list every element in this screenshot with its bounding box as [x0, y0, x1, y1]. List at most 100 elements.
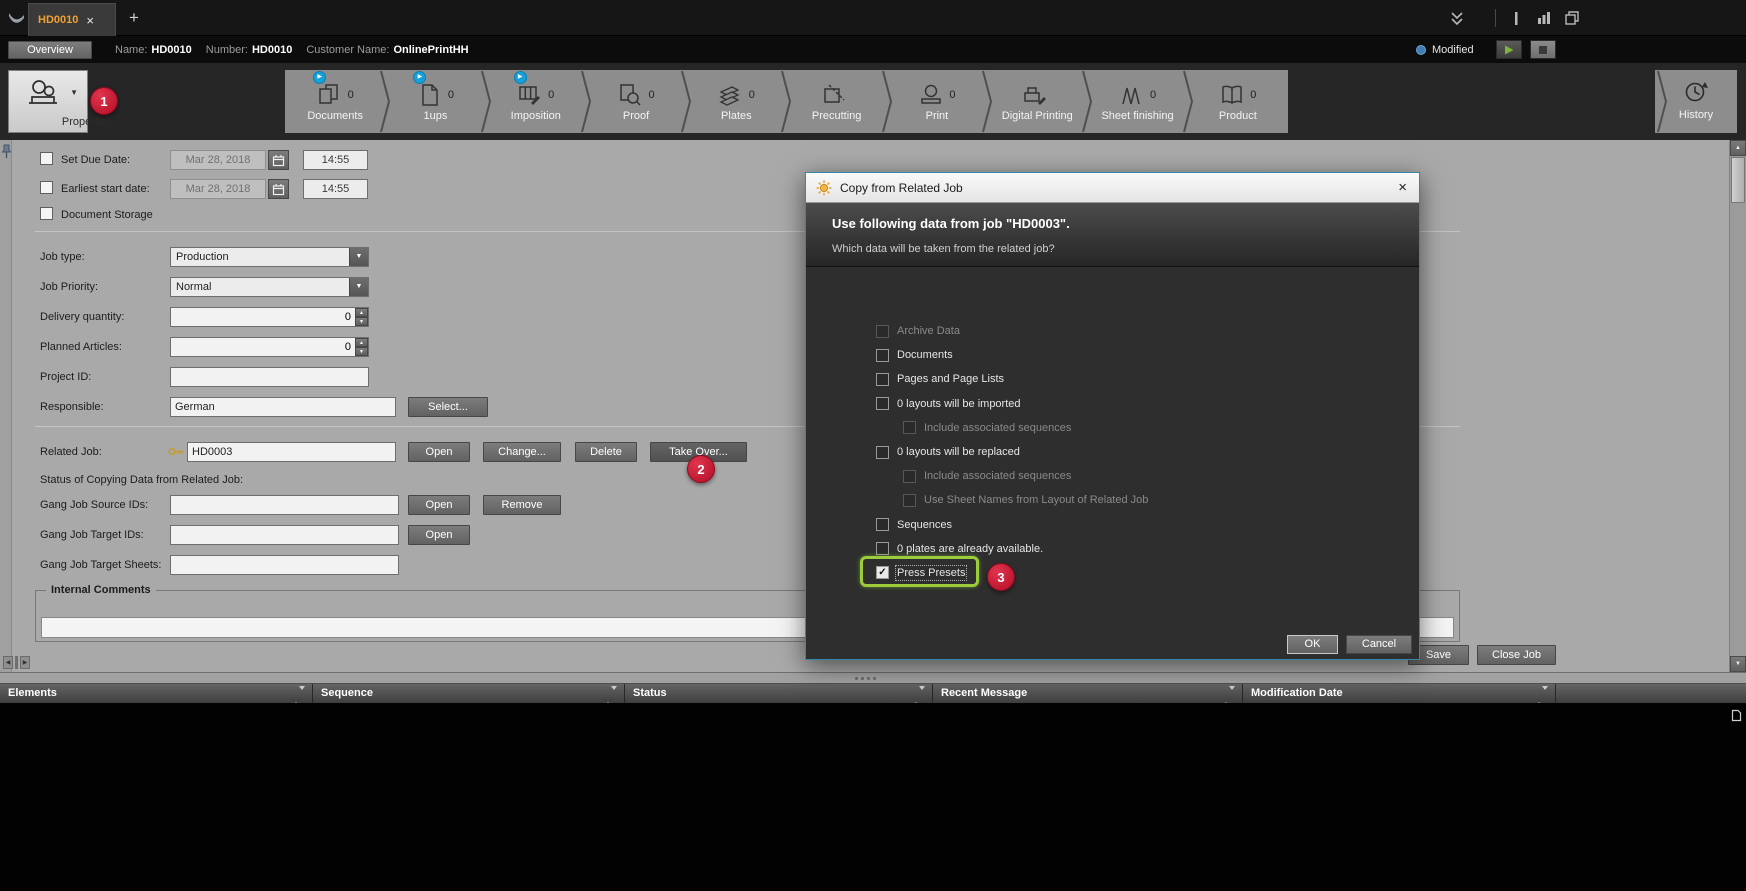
scrollbar-thumb[interactable]: [1731, 157, 1745, 203]
step-separator-icon: [379, 70, 391, 133]
workflow-step-imposition[interactable]: ▶ 0 Imposition: [486, 70, 586, 133]
gang-target-open-button[interactable]: Open: [408, 525, 470, 545]
bar-chart-icon[interactable]: [1537, 11, 1551, 25]
ok-button[interactable]: OK: [1287, 635, 1338, 654]
elements-table-body[interactable]: [0, 703, 1746, 891]
earliest-time-input[interactable]: [303, 179, 368, 199]
checkbox[interactable]: [876, 446, 889, 459]
gang-target-input[interactable]: [170, 525, 399, 545]
checkbox[interactable]: [876, 397, 889, 410]
modified-indicator: Modified: [1416, 44, 1474, 56]
document-storage-checkbox[interactable]: [40, 207, 53, 220]
related-job-label: Related Job:: [40, 446, 102, 458]
stop-job-button[interactable]: [1530, 40, 1556, 59]
due-date-calendar-button[interactable]: [268, 150, 289, 170]
properties-dropdown-icon[interactable]: ▼: [70, 88, 78, 97]
spin-down-icon[interactable]: ▼: [355, 347, 368, 356]
layered-windows-icon[interactable]: [1565, 11, 1580, 26]
name-value: HD0010: [151, 44, 191, 56]
dialog-close-icon[interactable]: ×: [1398, 179, 1407, 196]
gang-source-open-button[interactable]: Open: [408, 495, 470, 515]
double-chevron-down-icon[interactable]: [1450, 11, 1464, 26]
step-separator-icon: [780, 70, 792, 133]
start-icon: [1503, 44, 1515, 56]
related-job-input[interactable]: [187, 442, 396, 462]
set-due-date-checkbox[interactable]: [40, 152, 53, 165]
due-date-input[interactable]: [170, 150, 266, 170]
gang-sheets-input[interactable]: [170, 555, 399, 575]
responsible-input[interactable]: [170, 397, 396, 417]
vertical-bar-icon[interactable]: [1510, 11, 1523, 26]
workflow-step-precutting[interactable]: Precutting: [786, 70, 886, 133]
column-header-sequence[interactable]: Sequence: [313, 684, 625, 703]
option-layouts-imported[interactable]: 0 layouts will be imported: [876, 392, 1356, 416]
option-sequences[interactable]: Sequences: [876, 513, 1356, 537]
pin-icon[interactable]: [1, 144, 12, 160]
earliest-start-checkbox[interactable]: [40, 181, 53, 194]
project-id-input[interactable]: [170, 367, 369, 387]
delivery-quantity-stepper[interactable]: ▲ ▼: [170, 307, 369, 327]
dropdown-icon[interactable]: ▼: [349, 278, 368, 296]
start-job-button[interactable]: [1496, 40, 1522, 59]
workflow-step-digital-printing[interactable]: Digital Printing: [987, 70, 1087, 133]
checkbox[interactable]: [876, 518, 889, 531]
earliest-date-input[interactable]: [170, 179, 266, 199]
option-layouts-replaced[interactable]: 0 layouts will be replaced: [876, 440, 1356, 464]
overview-button[interactable]: Overview: [8, 41, 92, 59]
workflow-step-1ups[interactable]: ▶ 0 1ups: [385, 70, 485, 133]
dialog-title-bar[interactable]: Copy from Related Job ×: [806, 173, 1419, 203]
table-page-icon[interactable]: [1731, 709, 1742, 722]
planned-articles-stepper[interactable]: ▲ ▼: [170, 337, 369, 357]
close-job-button[interactable]: Close Job: [1477, 645, 1556, 665]
earliest-date-calendar-button[interactable]: [268, 179, 289, 199]
job-type-value: Production: [176, 251, 229, 263]
checkbox: [903, 494, 916, 507]
key-icon: [168, 445, 185, 458]
column-header-elements[interactable]: Elements: [0, 684, 313, 703]
collapsed-side-panel[interactable]: [0, 140, 12, 672]
tab-hd0010[interactable]: HD0010 ×: [28, 3, 116, 36]
dropdown-icon[interactable]: ▼: [349, 248, 368, 266]
panel-splitter[interactable]: [0, 672, 1746, 684]
checkbox[interactable]: [876, 542, 889, 555]
planned-articles-input[interactable]: [171, 338, 354, 356]
tab-close-icon[interactable]: ×: [86, 13, 94, 28]
scroll-right-icon[interactable]: ▶: [20, 656, 30, 669]
spin-down-icon[interactable]: ▼: [355, 317, 368, 326]
checkbox[interactable]: [876, 373, 889, 386]
job-type-select[interactable]: Production ▼: [170, 247, 369, 267]
option-pages-and-page-lists[interactable]: Pages and Page Lists: [876, 367, 1356, 391]
workflow-step-sheet-finishing[interactable]: 0 Sheet finishing: [1087, 70, 1187, 133]
workflow-step-product[interactable]: 0 Product: [1188, 70, 1288, 133]
column-header-modification-date[interactable]: Modification Date: [1243, 684, 1556, 703]
history-button[interactable]: History: [1655, 70, 1737, 133]
splitter-grip[interactable]: [855, 677, 876, 680]
related-job-delete-button[interactable]: Delete: [575, 442, 637, 462]
delivery-quantity-input[interactable]: [171, 308, 354, 326]
scroll-up-icon[interactable]: ▲: [1730, 140, 1746, 156]
spin-up-icon[interactable]: ▲: [355, 338, 368, 347]
responsible-select-button[interactable]: Select...: [408, 397, 488, 417]
scroll-left-icon[interactable]: ◀: [3, 656, 13, 669]
workflow-step-plates[interactable]: 0 Plates: [686, 70, 786, 133]
scroll-down-icon[interactable]: ▼: [1730, 656, 1746, 672]
gang-source-remove-button[interactable]: Remove: [483, 495, 561, 515]
related-job-open-button[interactable]: Open: [408, 442, 470, 462]
properties-button[interactable]: ▼ Properties: [8, 70, 88, 133]
workflow-step-print[interactable]: 0 Print: [887, 70, 987, 133]
spin-up-icon[interactable]: ▲: [355, 308, 368, 317]
option-documents[interactable]: Documents: [876, 343, 1356, 367]
column-header-recent-message[interactable]: Recent Message: [933, 684, 1243, 703]
cancel-button[interactable]: Cancel: [1346, 635, 1412, 654]
vertical-scrollbar[interactable]: ▲ ▼: [1729, 140, 1746, 672]
workflow-step-proof[interactable]: 0 Proof: [586, 70, 686, 133]
gang-source-input[interactable]: [170, 495, 399, 515]
checkbox[interactable]: [876, 349, 889, 362]
column-header-status[interactable]: Status: [625, 684, 933, 703]
related-job-change-button[interactable]: Change...: [483, 442, 561, 462]
due-time-input[interactable]: [303, 150, 368, 170]
new-tab-button[interactable]: +: [124, 8, 144, 28]
job-priority-select[interactable]: Normal ▼: [170, 277, 369, 297]
annotation-step-1: 1: [90, 87, 118, 115]
workflow-step-documents[interactable]: ▶ 0 Documents: [285, 70, 385, 133]
